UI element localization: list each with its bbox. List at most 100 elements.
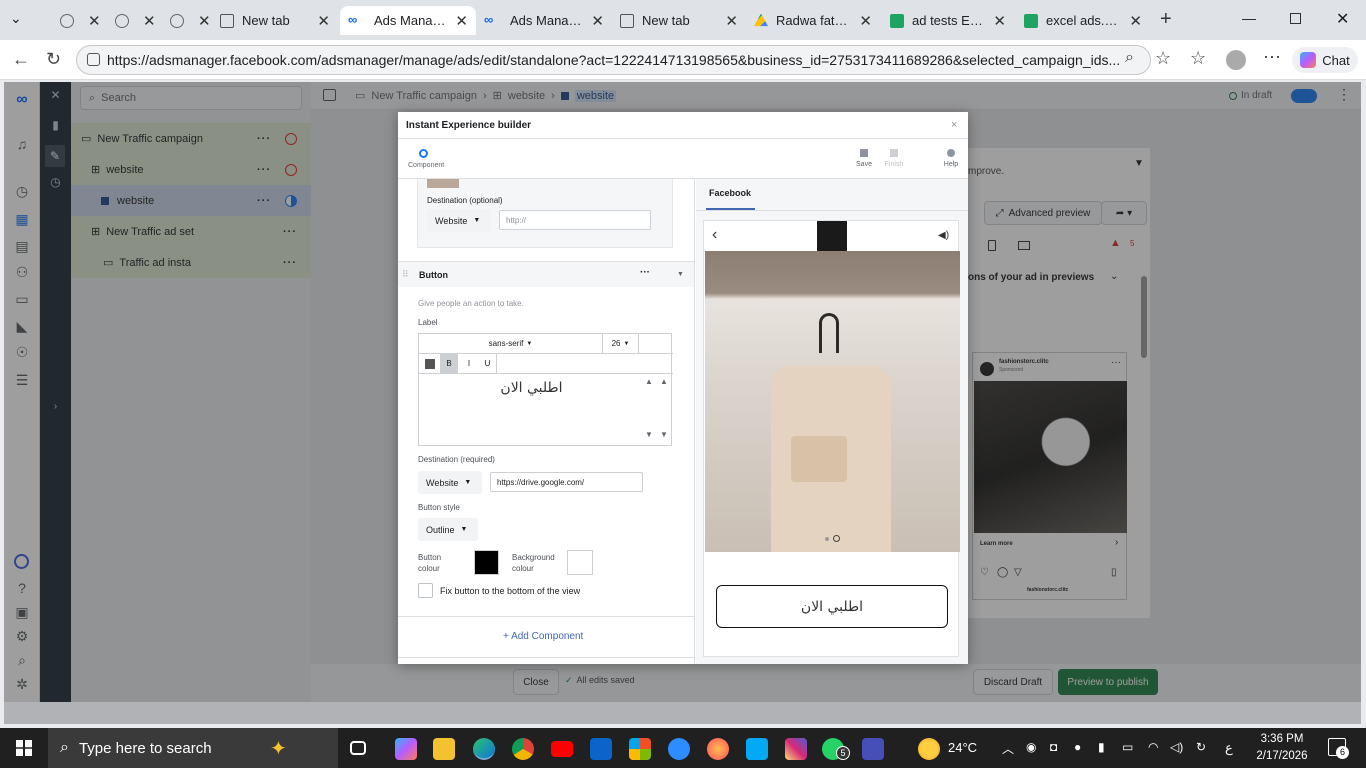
underline-button[interactable]: U — [479, 354, 497, 373]
tab-list-chevron-icon[interactable]: ⌄ — [10, 10, 22, 27]
copilot-app-icon[interactable] — [395, 738, 417, 760]
save-tool[interactable]: Save — [849, 149, 879, 168]
new-tab-button[interactable]: + — [1160, 8, 1172, 31]
browser-tab[interactable]: ∞Ads Manager -✕ — [476, 6, 612, 35]
camera-icon[interactable]: ◘ — [1050, 740, 1057, 754]
minimize-icon[interactable]: — — [1242, 10, 1256, 26]
drag-handle-icon[interactable]: ⠿ — [402, 269, 409, 280]
taskbar-search[interactable]: ⌕ Type here to search ✦ — [48, 728, 338, 768]
battery-icon[interactable]: ▭ — [1122, 740, 1133, 754]
button-colour-swatch[interactable] — [474, 550, 499, 575]
store-icon[interactable] — [629, 738, 651, 760]
restore-icon[interactable] — [1290, 13, 1301, 24]
button-style-select[interactable]: Outline ▼ — [418, 518, 478, 541]
edge-browser-icon[interactable] — [473, 738, 495, 760]
carousel-dot-active-icon[interactable] — [833, 535, 840, 542]
site-info-icon[interactable] — [87, 53, 100, 66]
sync-icon[interactable]: ↻ — [1196, 740, 1206, 754]
zoom-icon[interactable]: ⌕ — [1125, 49, 1134, 67]
favorites-icon[interactable]: ☆ — [1190, 48, 1206, 69]
more-options-icon[interactable]: ··· — [640, 267, 650, 278]
tray-chevron-icon[interactable]: ︿ — [1002, 740, 1014, 757]
browser-tab[interactable]: New tab ✕ — [212, 6, 338, 35]
volume-icon[interactable]: ◁) — [1170, 740, 1183, 754]
forms-icon[interactable] — [746, 738, 768, 760]
scroll-up-icon[interactable]: ▲ — [660, 377, 668, 386]
preview-tab-facebook[interactable]: Facebook — [706, 179, 756, 210]
image-thumbnail[interactable] — [427, 179, 459, 188]
language-indicator[interactable]: ع — [1225, 740, 1233, 756]
browser-tab[interactable]: ad tests Excel s✕ — [882, 6, 1014, 35]
zoom-icon[interactable] — [668, 738, 690, 760]
profile-avatar[interactable] — [1226, 50, 1246, 70]
back-arrow-icon[interactable]: ‹ — [712, 226, 717, 244]
teams-icon[interactable] — [862, 738, 884, 760]
close-tab-icon[interactable]: ✕ — [993, 12, 1006, 30]
text-colour-swatch[interactable] — [425, 359, 435, 369]
reload-icon[interactable]: ↻ — [46, 49, 61, 70]
favorite-star-icon[interactable]: ☆ — [1155, 48, 1171, 69]
preview-cta-button[interactable]: اطلبي الان — [716, 585, 948, 628]
close-tab-icon[interactable]: ✕ — [1129, 12, 1142, 30]
destination-optional-select[interactable]: Website ▼ — [427, 209, 491, 232]
font-size-select[interactable]: 26 ▼ — [603, 334, 639, 354]
windows-start-icon[interactable] — [16, 740, 32, 756]
tray-app-icon[interactable]: ● — [1074, 740, 1081, 754]
destination-optional-url-input[interactable]: http:// — [499, 210, 651, 230]
sound-icon[interactable]: ◀) — [938, 230, 949, 241]
close-tab-icon[interactable]: ✕ — [198, 12, 210, 30]
scroll-up-icon[interactable]: ▲ — [645, 377, 653, 386]
bold-button[interactable]: B — [440, 354, 458, 373]
help-tool[interactable]: Help — [936, 149, 966, 168]
collapse-caret-icon[interactable]: ▼ — [677, 271, 684, 278]
background-colour-swatch[interactable] — [567, 550, 593, 575]
close-tab-icon[interactable]: ✕ — [317, 12, 330, 30]
destination-required-url-input[interactable]: https://drive.google.com/ — [490, 472, 643, 492]
more-menu-icon[interactable]: ⋯ — [1263, 47, 1281, 68]
copilot-chat-button[interactable]: Chat — [1292, 47, 1358, 73]
back-icon[interactable]: ← — [12, 49, 30, 70]
url-field[interactable]: https://adsmanager.facebook.com/adsmanag… — [76, 45, 1151, 75]
scroll-down-icon[interactable]: ▼ — [660, 430, 668, 439]
weather-icon[interactable] — [918, 738, 940, 760]
close-tab-icon[interactable]: ✕ — [143, 12, 155, 30]
destination-required-select[interactable]: Website ▼ — [418, 471, 482, 494]
button-label-textarea[interactable]: اطلبي الان — [419, 374, 644, 446]
wifi-icon[interactable]: ◠ — [1148, 740, 1158, 754]
close-tab-icon[interactable]: ✕ — [591, 12, 604, 30]
task-view-icon[interactable] — [350, 741, 366, 755]
close-tab-icon[interactable]: ✕ — [88, 12, 100, 30]
outlook-icon[interactable] — [590, 738, 612, 760]
browser-tab[interactable]: ✕ — [107, 6, 155, 35]
instagram-icon[interactable] — [785, 738, 807, 760]
browser-tab[interactable]: ✕ — [162, 6, 210, 35]
record-icon[interactable]: ◉ — [1026, 740, 1036, 754]
firefox-icon[interactable] — [707, 738, 729, 760]
carousel-dot-icon[interactable] — [825, 537, 829, 541]
clock[interactable]: 3:36 PM 2/17/2026 — [1248, 731, 1316, 765]
scroll-down-icon[interactable]: ▼ — [645, 430, 653, 439]
button-section-header[interactable]: ⠿ Button ··· ▼ — [398, 261, 694, 287]
file-explorer-icon[interactable] — [433, 738, 455, 760]
add-component-tool[interactable]: Component — [408, 149, 444, 169]
fix-button-checkbox[interactable] — [418, 583, 433, 598]
youtube-icon[interactable] — [551, 741, 573, 757]
browser-tab[interactable]: ✕ — [52, 6, 100, 35]
add-component-link[interactable]: + Add Component — [503, 631, 583, 642]
close-tab-icon[interactable]: ✕ — [455, 12, 468, 30]
browser-tab[interactable]: New tab ✕ — [612, 6, 746, 35]
close-window-icon[interactable]: ✕ — [1336, 9, 1349, 29]
chrome-icon[interactable] — [512, 738, 534, 760]
browser-tab-active[interactable]: ∞Ads Manager -✕ — [340, 6, 476, 35]
finish-tool[interactable]: Finish — [879, 149, 909, 168]
close-tab-icon[interactable]: ✕ — [859, 12, 872, 30]
browser-tab[interactable]: excel ads.xlsx ✕ — [1016, 6, 1150, 35]
weather-temp[interactable]: 24°C — [948, 740, 977, 755]
browser-tab[interactable]: Radwa fathi - G✕ — [746, 6, 880, 35]
italic-button[interactable]: I — [460, 354, 478, 373]
close-tab-icon[interactable]: ✕ — [725, 12, 738, 30]
font-family-select[interactable]: sans-serif ▼ — [419, 334, 603, 354]
carousel-image[interactable] — [705, 251, 960, 552]
close-modal-icon[interactable]: × — [951, 119, 957, 131]
microphone-icon[interactable]: ▮ — [1098, 740, 1105, 754]
